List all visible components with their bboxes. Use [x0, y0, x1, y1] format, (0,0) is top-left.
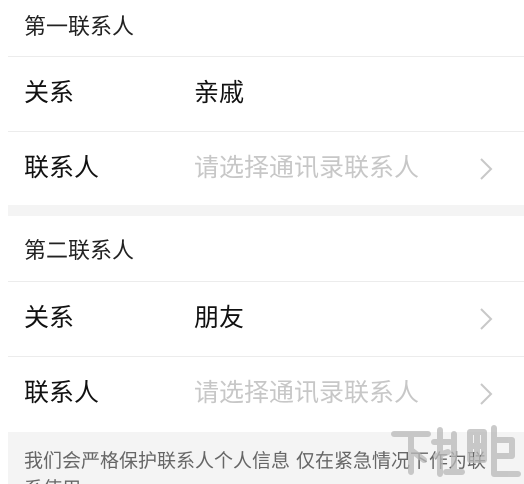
relationship-value: 朋友 — [194, 303, 245, 332]
emergency-contacts-page: 第一联系人 关系 亲戚 联系人 请选择通讯录联系人 第二联系人 关系 朋友 联系… — [8, 0, 524, 484]
privacy-notice-text: 我们会严格保护联系人个人信息 仅在紧急情况下作为联系使用 — [24, 450, 487, 484]
second-relationship-row[interactable]: 关系 朋友 — [8, 282, 524, 356]
relationship-label: 关系 — [24, 78, 75, 107]
first-contact-header: 第一联系人 — [8, 0, 524, 56]
contact-label: 联系人 — [24, 153, 100, 182]
chevron-right-icon — [480, 308, 493, 330]
chevron-right-icon — [480, 383, 493, 405]
second-contact-title: 第二联系人 — [24, 239, 135, 264]
section-gap — [8, 205, 524, 216]
relationship-value: 亲戚 — [194, 78, 245, 107]
contact-label: 联系人 — [24, 378, 100, 407]
contact-placeholder: 请选择通讯录联系人 — [194, 153, 420, 182]
second-contact-row[interactable]: 联系人 请选择通讯录联系人 — [8, 357, 524, 431]
second-contact-header: 第二联系人 — [8, 216, 524, 272]
first-contact-title: 第一联系人 — [24, 15, 135, 40]
privacy-notice: 我们会严格保护联系人个人信息 仅在紧急情况下作为联系使用 — [8, 432, 524, 484]
first-contact-row[interactable]: 联系人 请选择通讯录联系人 — [8, 132, 524, 206]
contact-placeholder: 请选择通讯录联系人 — [194, 378, 420, 407]
first-relationship-row[interactable]: 关系 亲戚 — [8, 57, 524, 131]
chevron-right-icon — [480, 158, 493, 180]
relationship-label: 关系 — [24, 303, 75, 332]
